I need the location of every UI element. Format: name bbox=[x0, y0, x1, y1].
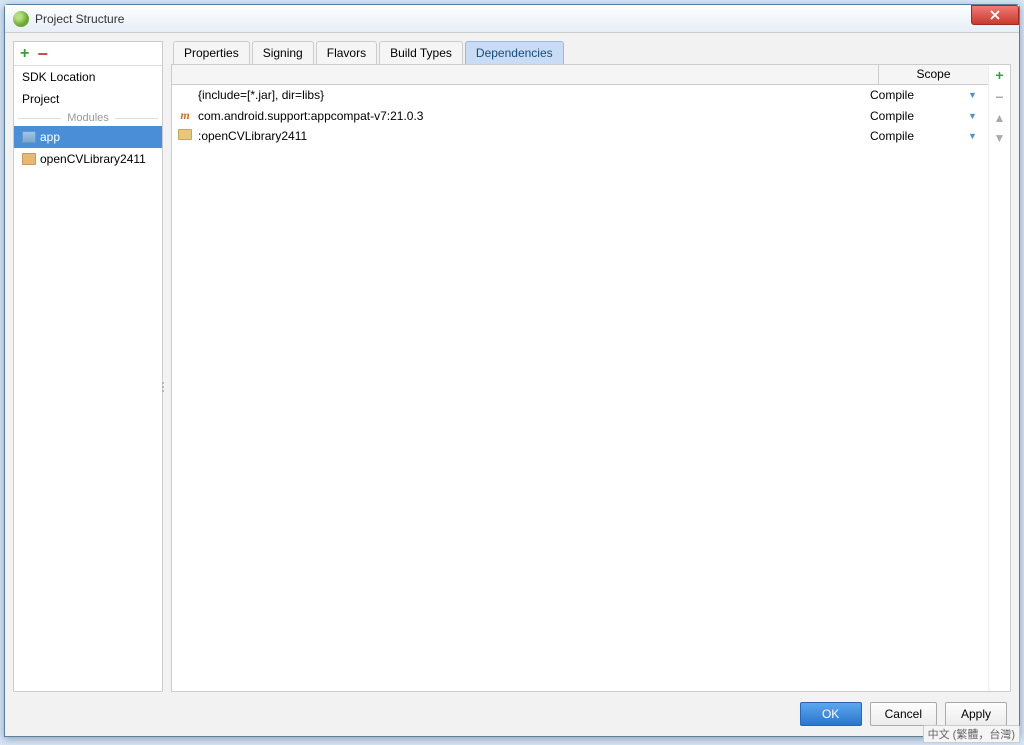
content-area: Properties Signing Flavors Build Types D… bbox=[171, 41, 1011, 692]
sidebar-item-sdk-location[interactable]: SDK Location bbox=[14, 66, 162, 88]
column-label: Scope bbox=[916, 67, 950, 81]
table-row[interactable]: :openCVLibrary2411 Compile ▼ bbox=[172, 126, 988, 146]
scope-value: Compile bbox=[866, 109, 962, 123]
sidebar-module-opencv[interactable]: openCVLibrary2411 bbox=[14, 148, 162, 170]
modules-label: Modules bbox=[61, 112, 115, 124]
close-icon bbox=[989, 10, 1001, 20]
project-structure-dialog: Project Structure + − SDK Location Proje… bbox=[4, 4, 1020, 737]
column-dependency[interactable] bbox=[172, 65, 878, 84]
apply-button[interactable]: Apply bbox=[945, 702, 1007, 726]
scope-value: Compile bbox=[866, 129, 962, 143]
sidebar-item-label: app bbox=[40, 130, 60, 144]
tab-content: Scope {include=[*.jar], dir=libs} Compil… bbox=[171, 64, 1011, 692]
sidebar-toolbar: + − bbox=[14, 42, 162, 66]
table-row[interactable]: {include=[*.jar], dir=libs} Compile ▼ bbox=[172, 85, 988, 105]
main-area: + − SDK Location Project Modules app bbox=[13, 41, 1011, 692]
tabs: Properties Signing Flavors Build Types D… bbox=[171, 41, 1011, 64]
table-header: Scope bbox=[172, 65, 988, 85]
window-controls bbox=[971, 5, 1019, 25]
window-title: Project Structure bbox=[35, 12, 124, 26]
tab-label: Flavors bbox=[327, 46, 366, 60]
tab-flavors[interactable]: Flavors bbox=[316, 41, 377, 64]
titlebar[interactable]: Project Structure bbox=[5, 5, 1019, 33]
tab-build-types[interactable]: Build Types bbox=[379, 41, 463, 64]
column-scope[interactable]: Scope bbox=[878, 65, 988, 84]
dependency-tools: + − ▲ ▼ bbox=[988, 65, 1010, 691]
tab-label: Dependencies bbox=[476, 46, 553, 60]
chevron-down-icon[interactable]: ▼ bbox=[968, 111, 982, 121]
app-icon bbox=[13, 11, 29, 27]
dialog-body: + − SDK Location Project Modules app bbox=[5, 33, 1019, 736]
button-label: OK bbox=[822, 707, 839, 721]
ok-button[interactable]: OK bbox=[800, 702, 862, 726]
dependencies-table: Scope {include=[*.jar], dir=libs} Compil… bbox=[172, 65, 988, 691]
ime-indicator[interactable]: 中文 (繁體，台灣) bbox=[923, 725, 1020, 743]
tab-signing[interactable]: Signing bbox=[252, 41, 314, 64]
add-module-icon[interactable]: + bbox=[20, 45, 29, 63]
sidebar-item-project[interactable]: Project bbox=[14, 88, 162, 110]
chevron-down-icon[interactable]: ▼ bbox=[968, 90, 982, 100]
ime-label: 中文 (繁體，台灣) bbox=[928, 729, 1015, 741]
modules-divider: Modules bbox=[14, 110, 162, 126]
move-up-icon[interactable]: ▲ bbox=[994, 111, 1006, 125]
cancel-button[interactable]: Cancel bbox=[870, 702, 937, 726]
dependency-text: {include=[*.jar], dir=libs} bbox=[198, 88, 860, 102]
maven-icon: m bbox=[178, 108, 192, 123]
close-button[interactable] bbox=[971, 5, 1019, 25]
tab-label: Signing bbox=[263, 46, 303, 60]
chevron-down-icon[interactable]: ▼ bbox=[968, 131, 982, 141]
tab-dependencies[interactable]: Dependencies bbox=[465, 41, 564, 64]
phone-icon bbox=[22, 131, 36, 143]
tab-label: Build Types bbox=[390, 46, 452, 60]
sidebar: + − SDK Location Project Modules app bbox=[13, 41, 163, 692]
splitter-handle[interactable] bbox=[160, 367, 166, 407]
tab-properties[interactable]: Properties bbox=[173, 41, 250, 64]
sidebar-item-label: Project bbox=[22, 92, 59, 106]
module-folder-icon bbox=[178, 129, 192, 143]
library-icon bbox=[22, 153, 36, 165]
remove-dependency-icon[interactable]: − bbox=[995, 89, 1003, 105]
scope-value: Compile bbox=[866, 88, 962, 102]
dependency-text: :openCVLibrary2411 bbox=[198, 129, 860, 143]
sidebar-module-app[interactable]: app bbox=[14, 126, 162, 148]
dependency-text: com.android.support:appcompat-v7:21.0.3 bbox=[198, 109, 860, 123]
tab-label: Properties bbox=[184, 46, 239, 60]
button-label: Cancel bbox=[885, 707, 922, 721]
button-label: Apply bbox=[961, 707, 991, 721]
sidebar-item-label: openCVLibrary2411 bbox=[40, 152, 146, 166]
button-bar: OK Cancel Apply bbox=[13, 692, 1011, 728]
add-dependency-icon[interactable]: + bbox=[995, 67, 1003, 83]
move-down-icon[interactable]: ▼ bbox=[994, 131, 1006, 145]
remove-module-icon[interactable]: − bbox=[37, 49, 48, 59]
sidebar-item-label: SDK Location bbox=[22, 70, 95, 84]
table-row[interactable]: m com.android.support:appcompat-v7:21.0.… bbox=[172, 105, 988, 126]
